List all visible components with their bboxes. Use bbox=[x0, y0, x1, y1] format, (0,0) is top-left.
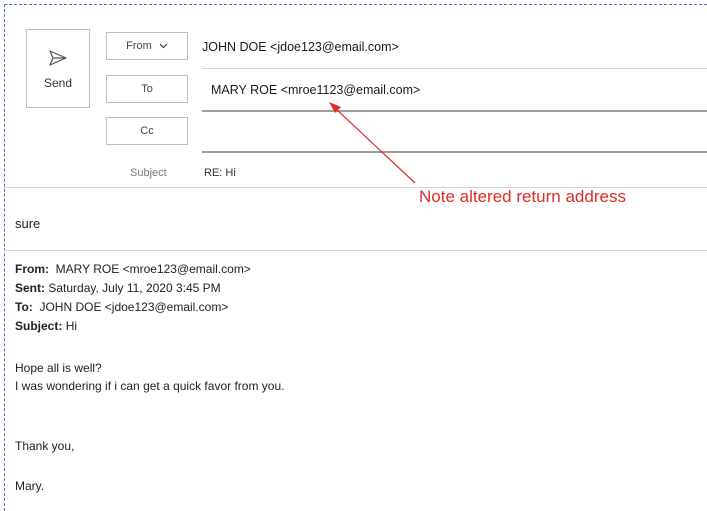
subject-label: Subject bbox=[130, 167, 167, 179]
quoted-body-line: I was wondering if i can get a quick fav… bbox=[15, 379, 285, 393]
cc-divider bbox=[202, 151, 707, 153]
quoted-from: From: MARY ROE <mroe123@email.com> bbox=[15, 262, 251, 276]
to-divider bbox=[202, 110, 707, 112]
quoted-to-label: To: bbox=[15, 300, 33, 314]
quoted-subject-label: Subject: bbox=[15, 319, 63, 333]
cc-button-label: Cc bbox=[140, 125, 154, 137]
subject-field[interactable]: RE: Hi bbox=[204, 167, 236, 179]
from-value: JOHN DOE <jdoe123@email.com> bbox=[202, 40, 399, 54]
cc-button[interactable]: Cc bbox=[106, 117, 188, 145]
to-button-label: To bbox=[141, 83, 153, 95]
quoted-from-value: MARY ROE <mroe123@email.com> bbox=[55, 262, 251, 276]
quoted-from-label: From: bbox=[15, 262, 49, 276]
annotation-note: Note altered return address bbox=[419, 187, 626, 206]
quoted-divider bbox=[4, 250, 707, 251]
to-button[interactable]: To bbox=[106, 75, 188, 103]
send-icon bbox=[49, 50, 67, 66]
from-divider bbox=[202, 68, 707, 69]
quoted-body-line: Thank you, bbox=[15, 439, 75, 453]
chevron-down-icon bbox=[159, 43, 168, 49]
to-field[interactable]: MARY ROE <mroe1123@email.com> bbox=[211, 83, 420, 97]
quoted-to: To: JOHN DOE <jdoe123@email.com> bbox=[15, 300, 228, 314]
reply-text[interactable]: sure bbox=[15, 216, 40, 231]
send-button[interactable]: Send bbox=[26, 29, 90, 108]
from-button[interactable]: From bbox=[106, 32, 188, 60]
send-button-label: Send bbox=[43, 76, 73, 90]
quoted-subject-value: Hi bbox=[65, 319, 78, 333]
quoted-subject: Subject: Hi bbox=[15, 319, 77, 333]
quoted-sent-label: Sent: bbox=[15, 281, 45, 295]
from-button-label: From bbox=[126, 40, 152, 52]
quoted-to-value: JOHN DOE <jdoe123@email.com> bbox=[39, 300, 229, 314]
quoted-sent: Sent: Saturday, July 11, 2020 3:45 PM bbox=[15, 281, 221, 295]
quoted-body-line: Hope all is well? bbox=[15, 361, 102, 375]
quoted-sent-value: Saturday, July 11, 2020 3:45 PM bbox=[48, 281, 221, 295]
quoted-body-line: Mary. bbox=[15, 479, 45, 493]
